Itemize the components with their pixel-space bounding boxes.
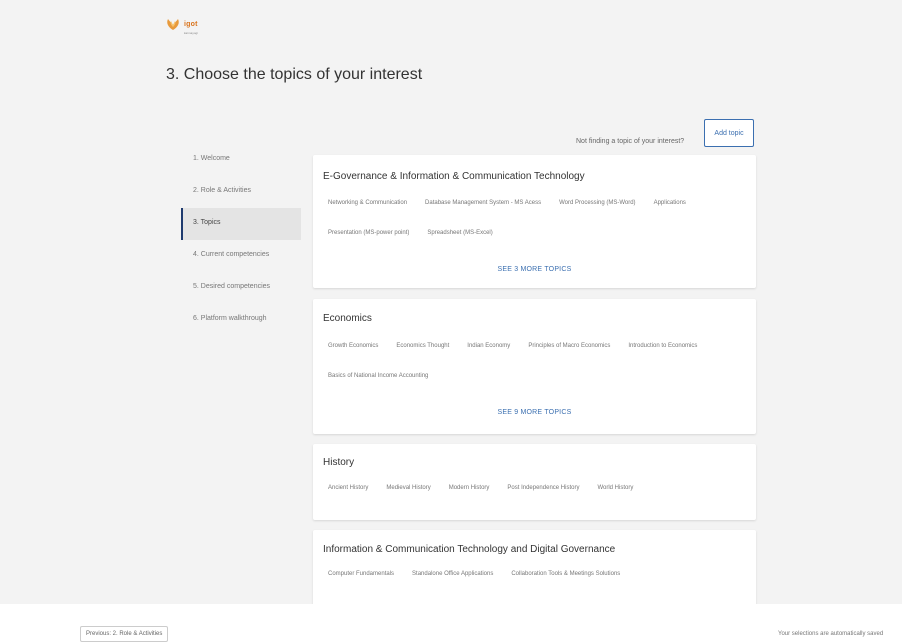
step-current-competencies[interactable]: 4. Current competencies bbox=[181, 240, 301, 272]
step-role-activities[interactable]: 2. Role & Activities bbox=[181, 176, 301, 208]
logo-text: igot bbox=[184, 21, 198, 28]
topic-chip-list: Networking & Communication Database Mana… bbox=[323, 196, 748, 240]
topic-chip[interactable]: Database Management System - MS Acess bbox=[420, 196, 546, 210]
topic-card-ict-digital-governance: Information & Communication Technology a… bbox=[313, 530, 756, 604]
topic-chip[interactable]: Modern History bbox=[444, 481, 495, 495]
topic-chip[interactable]: Presentation (MS-power point) bbox=[323, 226, 414, 240]
step-topics[interactable]: 3. Topics bbox=[181, 208, 301, 240]
card-title: History bbox=[323, 457, 355, 468]
topic-chip[interactable]: Economics Thought bbox=[391, 339, 454, 353]
page-title: 3. Choose the topics of your interest bbox=[166, 66, 423, 83]
steps-sidebar: 1. Welcome 2. Role & Activities 3. Topic… bbox=[181, 144, 301, 336]
step-desired-competencies[interactable]: 5. Desired competencies bbox=[181, 272, 301, 304]
logo-subtext: karmayogi bbox=[184, 31, 198, 35]
autosave-status-text: Your selections are automatically saved bbox=[778, 631, 884, 637]
topic-chip[interactable]: Post Independence History bbox=[502, 481, 584, 495]
topic-chip[interactable]: Computer Fundamentals bbox=[323, 567, 399, 581]
previous-step-button[interactable]: Previous: 2. Role & Activities bbox=[80, 626, 169, 642]
topic-chip[interactable]: Collaboration Tools & Meetings Solutions bbox=[506, 567, 625, 581]
topic-chip[interactable]: Growth Economics bbox=[323, 339, 383, 353]
topic-card-history: History Ancient History Medieval History… bbox=[313, 444, 756, 520]
topic-chip[interactable]: World History bbox=[592, 481, 638, 495]
topic-chip[interactable]: Spreadsheet (MS-Excel) bbox=[422, 226, 497, 240]
footer-bar: Previous: 2. Role & Activities Your sele… bbox=[0, 604, 902, 642]
main-content: 3. Choose the topics of your interest No… bbox=[0, 44, 902, 604]
logo-emblem-icon bbox=[167, 19, 179, 30]
topic-chip[interactable]: Basics of National Income Accounting bbox=[323, 369, 433, 383]
topic-card-egovernance: E-Governance & Information & Communicati… bbox=[313, 155, 756, 288]
topic-chip-list: Computer Fundamentals Standalone Office … bbox=[323, 567, 748, 581]
topic-chip[interactable]: Introduction to Economics bbox=[623, 339, 702, 353]
add-topic-button[interactable]: Add topic bbox=[704, 119, 754, 147]
card-title: Economics bbox=[323, 313, 372, 324]
topic-chip[interactable]: Applications bbox=[649, 196, 691, 210]
topic-card-economics: Economics Growth Economics Economics Tho… bbox=[313, 299, 756, 434]
step-welcome[interactable]: 1. Welcome bbox=[181, 144, 301, 176]
topic-chip[interactable]: Medieval History bbox=[381, 481, 435, 495]
card-title: Information & Communication Technology a… bbox=[323, 544, 616, 555]
topic-chip[interactable]: Ancient History bbox=[323, 481, 373, 495]
topic-chip-list: Ancient History Medieval History Modern … bbox=[323, 481, 748, 495]
igot-logo[interactable]: igot karmayogi bbox=[165, 13, 198, 35]
topic-chip[interactable]: Indian Economy bbox=[462, 339, 515, 353]
topic-chip-list: Growth Economics Economics Thought India… bbox=[323, 339, 748, 383]
topic-chip[interactable]: Principles of Macro Economics bbox=[523, 339, 615, 353]
top-header: igot karmayogi bbox=[0, 0, 902, 44]
not-finding-topic-text: Not finding a topic of your interest? bbox=[576, 138, 685, 145]
topic-chip[interactable]: Word Processing (MS-Word) bbox=[554, 196, 640, 210]
see-more-topics-link[interactable]: SEE 9 MORE TOPICS bbox=[313, 409, 756, 416]
card-title: E-Governance & Information & Communicati… bbox=[323, 171, 585, 182]
topic-chip[interactable]: Networking & Communication bbox=[323, 196, 412, 210]
step-platform-walkthrough[interactable]: 6. Platform walkthrough bbox=[181, 304, 301, 336]
see-more-topics-link[interactable]: SEE 3 MORE TOPICS bbox=[313, 266, 756, 273]
topic-chip[interactable]: Standalone Office Applications bbox=[407, 567, 498, 581]
